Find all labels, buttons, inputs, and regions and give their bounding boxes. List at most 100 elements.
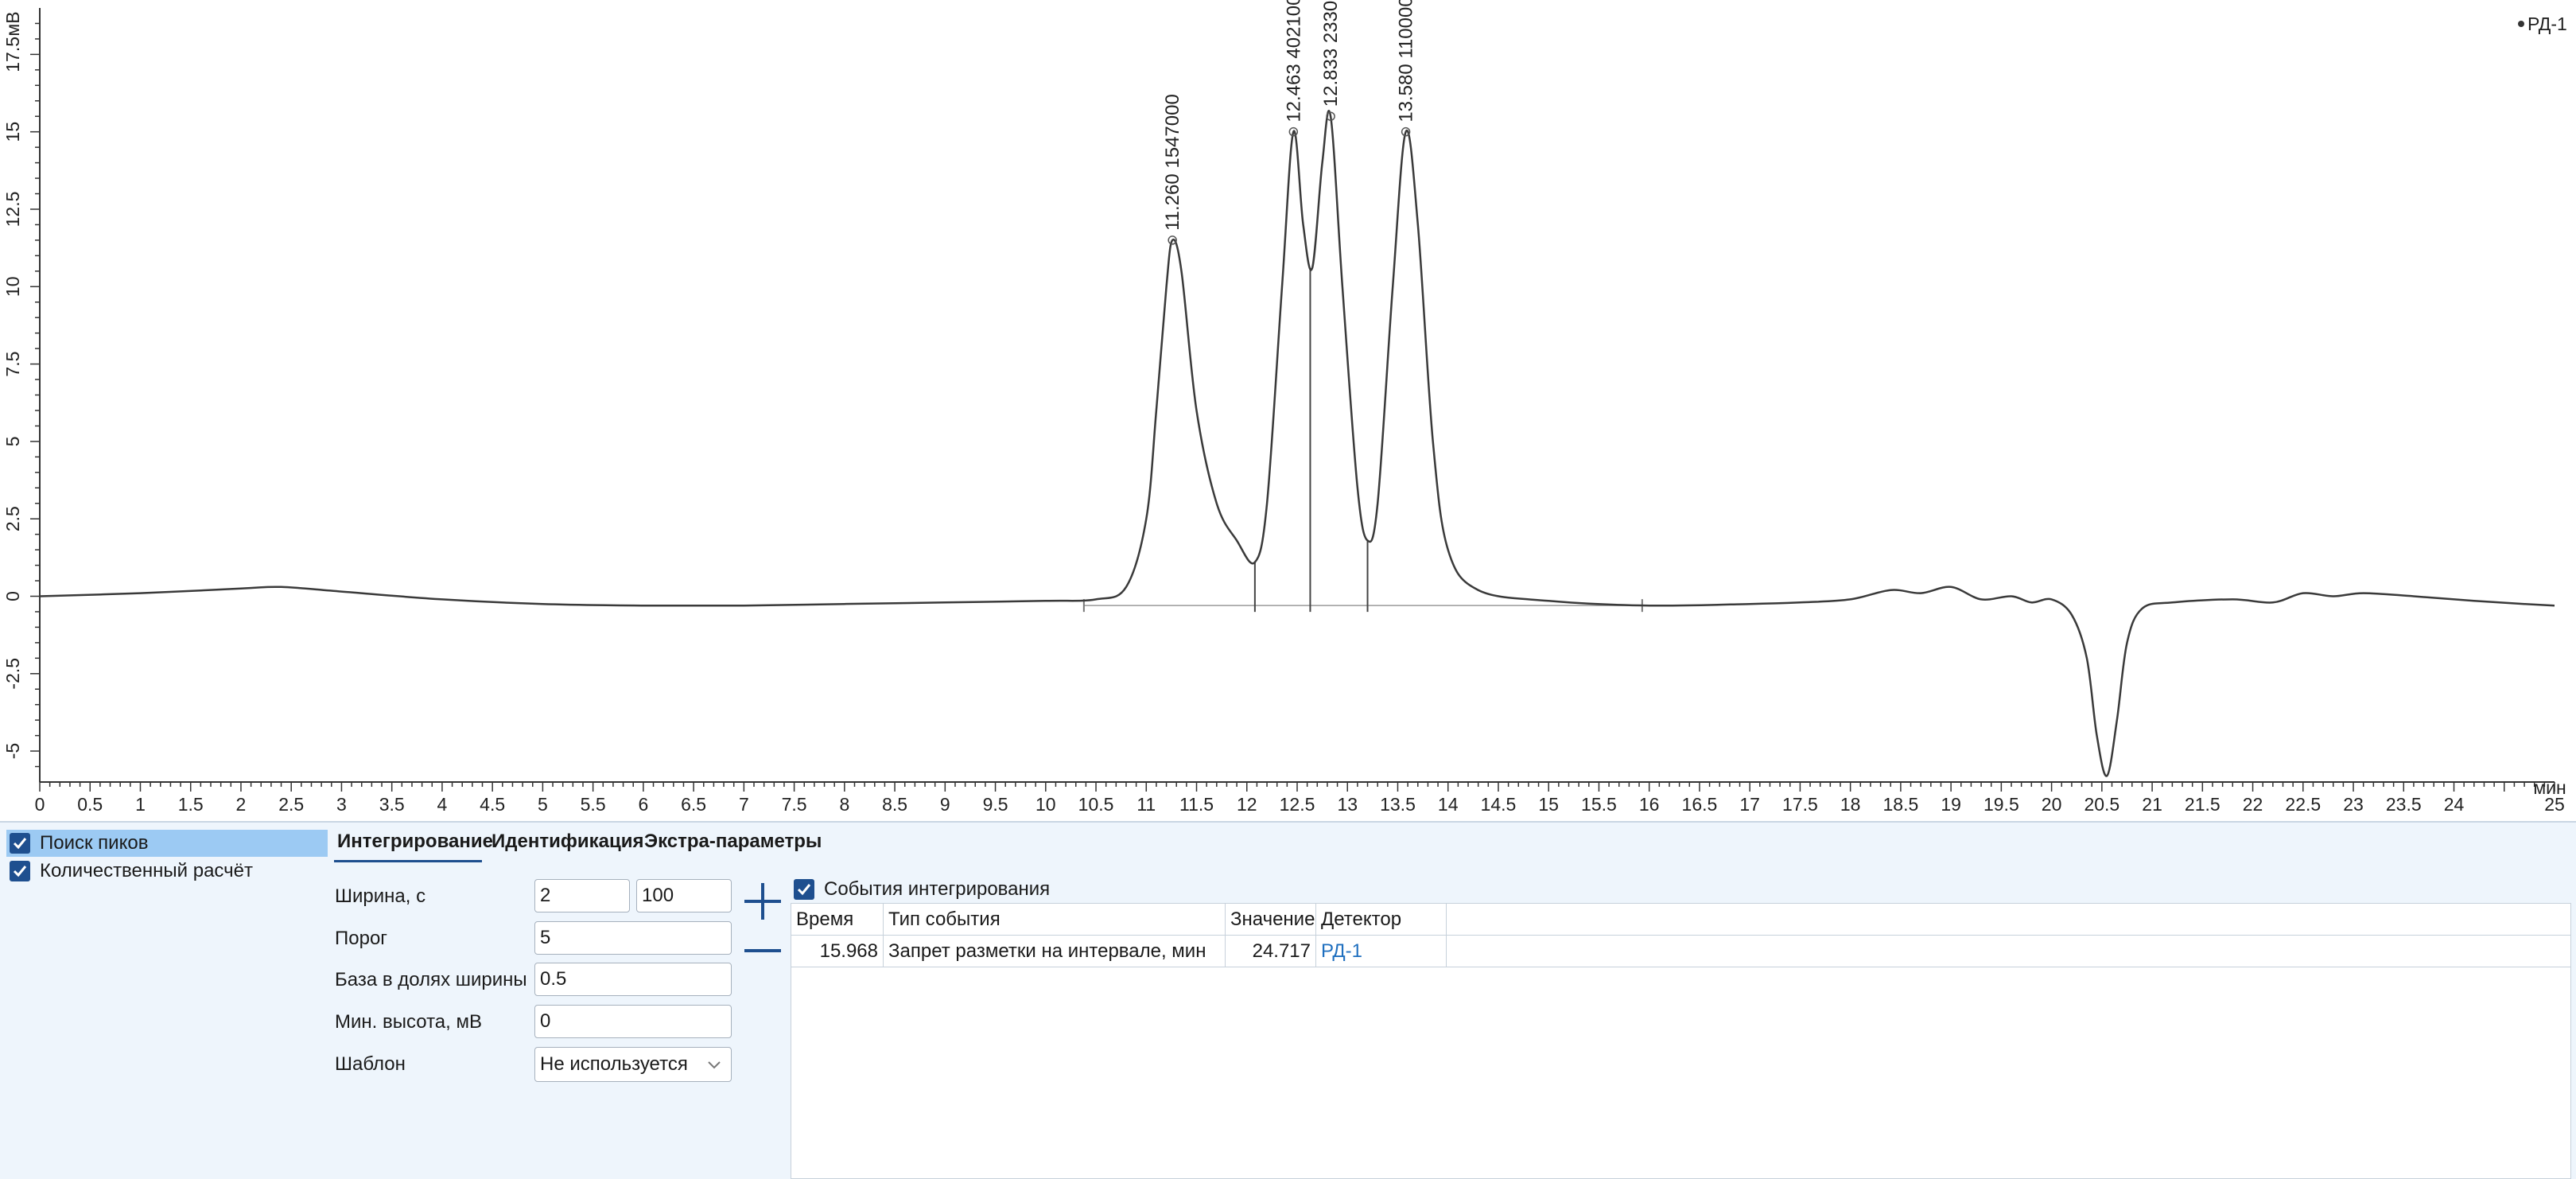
x-tick-label: 6 xyxy=(638,794,648,815)
column-header-time[interactable]: Время xyxy=(791,904,884,936)
x-tick-label: 18.5 xyxy=(1882,794,1918,815)
y-tick-label: 7.5 xyxy=(2,352,23,377)
y-tick-label: 0 xyxy=(2,591,23,601)
x-tick-label: 3 xyxy=(336,794,347,815)
base-label: База в долях ширины xyxy=(335,969,527,990)
events-title[interactable]: События интегрирования xyxy=(791,873,1050,906)
width-max-input[interactable] xyxy=(636,879,732,912)
legend-label: РД-1 xyxy=(2527,14,2567,34)
x-tick-label: 16 xyxy=(1639,794,1660,815)
peak-label: 13.580 110000 xyxy=(1396,0,1417,123)
events-table[interactable]: Время Тип события Значение Детектор 15.9… xyxy=(791,903,2571,1179)
x-axis-label: мин xyxy=(2533,777,2566,798)
x-tick-label: 20.5 xyxy=(2084,794,2119,815)
x-tick-label: 0.5 xyxy=(77,794,103,815)
x-tick-label: 5 xyxy=(538,794,548,815)
x-tick-label: 18 xyxy=(1840,794,1861,815)
x-tick-label: 10.5 xyxy=(1078,794,1114,815)
x-tick-label: 21 xyxy=(2142,794,2162,815)
y-tick-label: 5 xyxy=(2,436,23,446)
x-tick-label: 20 xyxy=(2042,794,2062,815)
table-row-detector[interactable]: РД-1 xyxy=(1316,936,1447,967)
x-tick-label: 12.5 xyxy=(1280,794,1315,815)
peak-label: 12.463 402100 xyxy=(1283,0,1304,123)
minus-icon[interactable] xyxy=(741,939,784,963)
tree-item-quant-calc[interactable]: Количественный расчёт xyxy=(6,858,328,885)
x-tick-label: 24 xyxy=(2444,794,2465,815)
y-tick-label: 17.5 xyxy=(2,37,23,72)
x-tick-label: 14.5 xyxy=(1481,794,1517,815)
column-header-type[interactable]: Тип события xyxy=(884,904,1226,936)
peak-label: 12.833 233000 xyxy=(1320,0,1342,107)
chromatogram-chart[interactable]: 0 0.5 1 1.5 2 2.5 3 3.5 4 4.5 5 5.5 6 6.5 7 7.5 8 8.5 9 9.5… xyxy=(0,0,2576,821)
width-min-input[interactable] xyxy=(534,879,630,912)
tree-item-label: Количественный расчёт xyxy=(40,860,253,881)
x-tick-label: 5.5 xyxy=(581,794,606,815)
table-row-type[interactable]: Запрет разметки на интервале, мин xyxy=(884,936,1226,967)
peak-label: 11.260 1547000 xyxy=(1162,94,1183,231)
column-header-detector[interactable]: Детектор xyxy=(1316,904,1447,936)
quant-calc-checkbox[interactable] xyxy=(10,861,30,881)
tree-item-peak-search[interactable]: Поиск пиков xyxy=(6,830,328,857)
tab-identification[interactable]: Идентификация xyxy=(491,831,643,853)
x-tick-label: 0 xyxy=(35,794,45,815)
x-tick-label: 15.5 xyxy=(1581,794,1617,815)
threshold-label: Порог xyxy=(335,928,388,949)
legend-dot xyxy=(2518,21,2524,27)
x-tick-label: 11 xyxy=(1136,794,1156,815)
y-tick-label: -2.5 xyxy=(2,658,23,690)
x-tick-label: 23.5 xyxy=(2386,794,2422,815)
table-row-time[interactable]: 15.968 xyxy=(791,936,884,967)
template-value: Не используется xyxy=(540,1053,688,1075)
y-tick-label: -5 xyxy=(2,743,23,759)
x-tick-label: 10 xyxy=(1035,794,1056,815)
x-tick-label: 19.5 xyxy=(1983,794,2019,815)
x-tick-label: 1.5 xyxy=(178,794,204,815)
x-tick-label: 19 xyxy=(1941,794,1961,815)
integration-events-panel: События интегрирования Время Тип события… xyxy=(791,873,2571,1179)
plus-icon[interactable] xyxy=(741,880,784,923)
x-tick-label: 1 xyxy=(135,794,146,815)
tab-extra-params[interactable]: Экстра-параметры xyxy=(644,831,822,853)
x-tick-label: 23 xyxy=(2343,794,2364,815)
x-tick-label: 17.5 xyxy=(1782,794,1818,815)
x-tick-label: 3.5 xyxy=(379,794,405,815)
x-tick-label: 9.5 xyxy=(983,794,1008,815)
peak-search-checkbox[interactable] xyxy=(10,833,30,854)
min-height-label: Мин. высота, мВ xyxy=(335,1011,482,1033)
series-line-rd1 xyxy=(39,110,2555,777)
y-tick-label: 2.5 xyxy=(2,506,23,531)
x-tick-label: 17 xyxy=(1739,794,1760,815)
x-tick-label: 6.5 xyxy=(681,794,706,815)
events-checkbox[interactable] xyxy=(794,879,814,900)
tab-integration[interactable]: Интегрирование xyxy=(337,831,493,853)
chevron-down-icon xyxy=(708,1061,721,1069)
x-tick-label: 12 xyxy=(1237,794,1257,815)
x-tick-label: 14 xyxy=(1438,794,1459,815)
threshold-input[interactable] xyxy=(534,921,732,955)
x-tick-label: 21.5 xyxy=(2185,794,2220,815)
template-label: Шаблон xyxy=(335,1053,406,1075)
y-tick-label: 15 xyxy=(2,122,23,142)
tree-item-label: Поиск пиков xyxy=(40,832,149,854)
column-header-value[interactable]: Значение xyxy=(1226,904,1316,936)
x-tick-label: 7 xyxy=(739,794,749,815)
x-tick-label: 4 xyxy=(437,794,448,815)
x-tick-label: 8 xyxy=(839,794,849,815)
x-tick-label: 22 xyxy=(2243,794,2263,815)
x-tick-label: 22.5 xyxy=(2285,794,2321,815)
width-label: Ширина, с xyxy=(335,885,426,907)
min-height-input[interactable] xyxy=(534,1005,732,1038)
x-tick-label: 9 xyxy=(940,794,950,815)
x-tick-label: 11.5 xyxy=(1179,794,1214,815)
base-input[interactable] xyxy=(534,963,732,996)
table-row-filler xyxy=(1447,936,2570,967)
y-tick-label: 10 xyxy=(2,276,23,297)
template-select[interactable]: Не используется xyxy=(534,1047,732,1082)
y-tick-label: 12.5 xyxy=(2,192,23,228)
events-title-label: События интегрирования xyxy=(824,878,1051,900)
table-row-value[interactable]: 24.717 xyxy=(1226,936,1316,967)
chromatogram-svg[interactable]: 0 0.5 1 1.5 2 2.5 3 3.5 4 4.5 5 5.5 6 6.5 7 7.5 8 8.5 9 9.5… xyxy=(0,0,2576,821)
x-tick-label: 4.5 xyxy=(480,794,505,815)
x-tick-label: 13 xyxy=(1337,794,1358,815)
